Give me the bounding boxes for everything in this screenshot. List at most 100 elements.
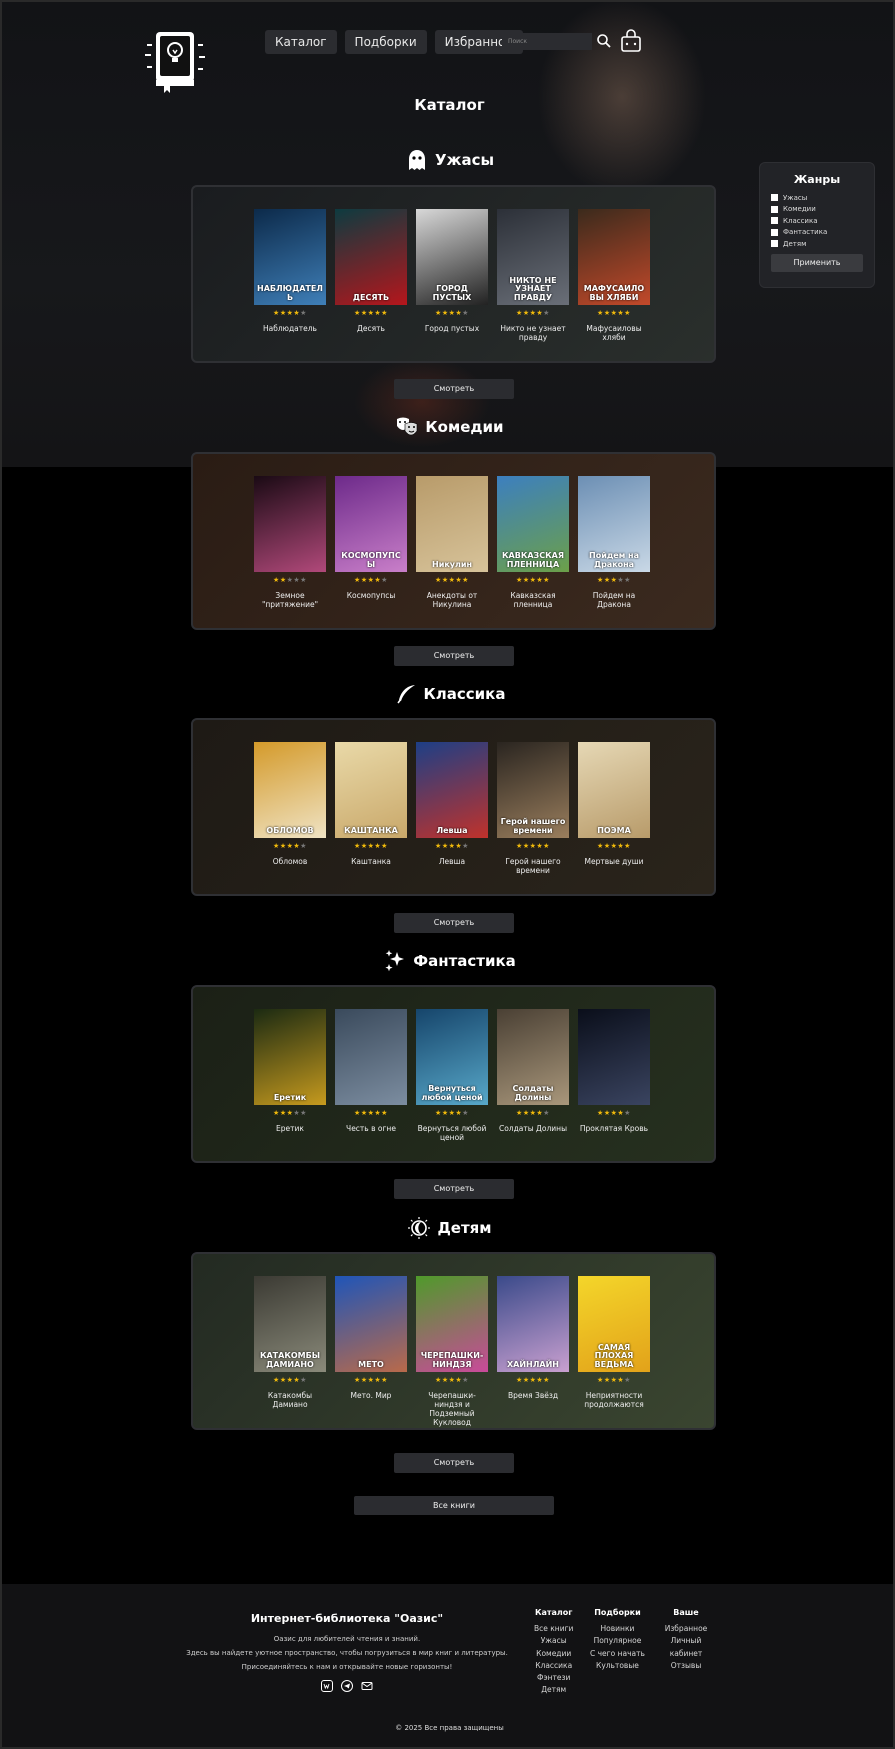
genre-checkbox-horror[interactable]: Ужасы — [771, 192, 863, 204]
book-title[interactable]: Солдаты Долины — [497, 1124, 569, 1133]
book-card[interactable]: НИКТО НЕ УЗНАЕТ ПРАВДУ ★★★★★ Никто не узна… — [497, 209, 569, 342]
book-title[interactable]: Мафусаиловы хляби — [578, 324, 650, 342]
book-card[interactable]: КАШТАНКА ★★★★★ Каштанка — [335, 742, 407, 875]
book-title[interactable]: Обломов — [254, 857, 326, 866]
book-card[interactable]: САМАЯ ПЛОХАЯ ВЕДЬМА ★★★★★ Неприятности про… — [578, 1276, 650, 1427]
book-card[interactable]: КАВКАЗСКАЯ ПЛЕННИЦА ★★★★★ Кавказская пленн… — [497, 476, 569, 609]
book-cover[interactable]: Вернуться любой ценой — [416, 1009, 488, 1105]
book-cover[interactable]: Левша — [416, 742, 488, 838]
footer-link[interactable]: С чего начать — [590, 1648, 645, 1660]
telegram-icon[interactable] — [341, 1680, 353, 1692]
footer-link[interactable]: Фэнтези — [534, 1672, 573, 1684]
book-card[interactable]: Пойдем на Дракона ★★★★★ Пойдем на Дракона — [578, 476, 650, 609]
footer-link[interactable]: Классика — [534, 1660, 573, 1672]
book-cover[interactable]: ПОЭМА — [578, 742, 650, 838]
view-section-button[interactable]: Смотреть — [394, 1453, 514, 1473]
book-cover[interactable]: НИКТО НЕ УЗНАЕТ ПРАВДУ — [497, 209, 569, 305]
book-cover[interactable] — [254, 476, 326, 572]
checkbox[interactable] — [771, 228, 778, 236]
book-title[interactable]: Неприятности продолжаются — [578, 1391, 650, 1409]
genre-checkbox-scifi[interactable]: Фантастика — [771, 227, 863, 239]
book-title[interactable]: Анекдоты от Никулина — [416, 591, 488, 609]
footer-link[interactable]: Комедии — [534, 1648, 573, 1660]
book-cover[interactable]: ДЕСЯТЬ — [335, 209, 407, 305]
footer-link[interactable]: Избранное — [662, 1623, 710, 1635]
book-logo-icon[interactable] — [142, 28, 208, 94]
book-cover[interactable]: Никулин — [416, 476, 488, 572]
book-cover[interactable]: Пойдем на Дракона — [578, 476, 650, 572]
book-cover[interactable]: НАБЛЮДАТЕЛЬ — [254, 209, 326, 305]
apply-filter-button[interactable]: Применить — [771, 253, 863, 272]
footer-link[interactable]: Отзывы — [662, 1660, 710, 1672]
book-cover[interactable]: САМАЯ ПЛОХАЯ ВЕДЬМА — [578, 1276, 650, 1372]
book-card[interactable]: ★★★★★ Честь в огне — [335, 1009, 407, 1142]
book-cover[interactable]: Еретик — [254, 1009, 326, 1105]
shopping-bag-icon[interactable] — [619, 28, 643, 53]
view-section-button[interactable]: Смотреть — [394, 646, 514, 666]
book-title[interactable]: Проклятая Кровь — [578, 1124, 650, 1133]
book-card[interactable]: Солдаты Долины ★★★★★ Солдаты Долины — [497, 1009, 569, 1142]
checkbox[interactable] — [771, 240, 778, 248]
checkbox[interactable] — [771, 194, 778, 202]
book-cover[interactable]: ЧЕРЕПАШКИ-НИНДЗЯ — [416, 1276, 488, 1372]
checkbox[interactable] — [771, 205, 778, 213]
search-input[interactable] — [502, 33, 592, 50]
book-cover[interactable]: КАШТАНКА — [335, 742, 407, 838]
book-title[interactable]: Никто не узнает правду — [497, 324, 569, 342]
book-title[interactable]: Пойдем на Дракона — [578, 591, 650, 609]
book-cover[interactable]: КАВКАЗСКАЯ ПЛЕННИЦА — [497, 476, 569, 572]
view-section-button[interactable]: Смотреть — [394, 913, 514, 933]
nav-catalog[interactable]: Каталог — [265, 30, 337, 54]
book-title[interactable]: Катакомбы Дамиано — [254, 1391, 326, 1409]
book-cover[interactable]: МЕТО — [335, 1276, 407, 1372]
genre-checkbox-kids[interactable]: Детям — [771, 238, 863, 250]
book-cover[interactable]: МАФУСАИЛОВЫ ХЛЯБИ — [578, 209, 650, 305]
book-title[interactable]: Каштанка — [335, 857, 407, 866]
book-title[interactable]: Время Звёзд — [497, 1391, 569, 1400]
search-icon[interactable] — [596, 33, 612, 49]
footer-link[interactable]: Все книги — [534, 1623, 573, 1635]
book-title[interactable]: Герой нашего времени — [497, 857, 569, 875]
book-card[interactable]: ЧЕРЕПАШКИ-НИНДЗЯ ★★★★★ Черепашки-ниндзя и … — [416, 1276, 488, 1427]
book-title[interactable]: Честь в огне — [335, 1124, 407, 1133]
book-title[interactable]: Мето. Мир — [335, 1391, 407, 1400]
footer-link[interactable]: Ужасы — [534, 1635, 573, 1647]
book-card[interactable]: НАБЛЮДАТЕЛЬ ★★★★★ Наблюдатель — [254, 209, 326, 342]
book-cover[interactable]: ХАЙНЛАЙН — [497, 1276, 569, 1372]
book-cover[interactable] — [578, 1009, 650, 1105]
book-cover[interactable]: КАТАКОМБЫ ДАМИАНО — [254, 1276, 326, 1372]
book-card[interactable]: ★★★★★ Проклятая Кровь — [578, 1009, 650, 1142]
book-title[interactable]: Земное "притяжение" — [254, 591, 326, 609]
book-title[interactable]: Еретик — [254, 1124, 326, 1133]
book-title[interactable]: Левша — [416, 857, 488, 866]
book-cover[interactable] — [335, 1009, 407, 1105]
book-cover[interactable]: Солдаты Долины — [497, 1009, 569, 1105]
vk-icon[interactable] — [321, 1680, 333, 1692]
book-card[interactable]: МАФУСАИЛОВЫ ХЛЯБИ ★★★★★ Мафусаиловы хляби — [578, 209, 650, 342]
book-title[interactable]: Кавказская пленница — [497, 591, 569, 609]
book-title[interactable]: Космопупсы — [335, 591, 407, 600]
book-card[interactable]: ГОРОД ПУСТЫХ ★★★★★ Город пустых — [416, 209, 488, 342]
book-title[interactable]: Черепашки-ниндзя и Подземный Кукловод — [416, 1391, 488, 1427]
book-card[interactable]: МЕТО ★★★★★ Мето. Мир — [335, 1276, 407, 1427]
checkbox[interactable] — [771, 217, 778, 225]
mail-icon[interactable] — [361, 1680, 373, 1692]
all-books-button[interactable]: Все книги — [354, 1496, 554, 1515]
footer-link[interactable]: Личный кабинет — [662, 1635, 710, 1660]
book-card[interactable]: Никулин ★★★★★ Анекдоты от Никулина — [416, 476, 488, 609]
footer-link[interactable]: Популярное — [590, 1635, 645, 1647]
view-section-button[interactable]: Смотреть — [394, 379, 514, 399]
book-card[interactable]: ОБЛОМОВ ★★★★★ Обломов — [254, 742, 326, 875]
book-card[interactable]: ДЕСЯТЬ ★★★★★ Десять — [335, 209, 407, 342]
book-card[interactable]: Вернуться любой ценой ★★★★★ Вернуться любо… — [416, 1009, 488, 1142]
book-title[interactable]: Город пустых — [416, 324, 488, 333]
book-title[interactable]: Мертвые души — [578, 857, 650, 866]
view-section-button[interactable]: Смотреть — [394, 1179, 514, 1199]
book-card[interactable]: Герой нашего времени ★★★★★ Герой нашего вр… — [497, 742, 569, 875]
book-title[interactable]: Наблюдатель — [254, 324, 326, 333]
book-cover[interactable]: Герой нашего времени — [497, 742, 569, 838]
footer-link[interactable]: Культовые — [590, 1660, 645, 1672]
book-card[interactable]: Еретик ★★★★★ Еретик — [254, 1009, 326, 1142]
book-card[interactable]: ★★★★★ Земное "притяжение" — [254, 476, 326, 609]
book-cover[interactable]: КОСМОПУПСЫ — [335, 476, 407, 572]
